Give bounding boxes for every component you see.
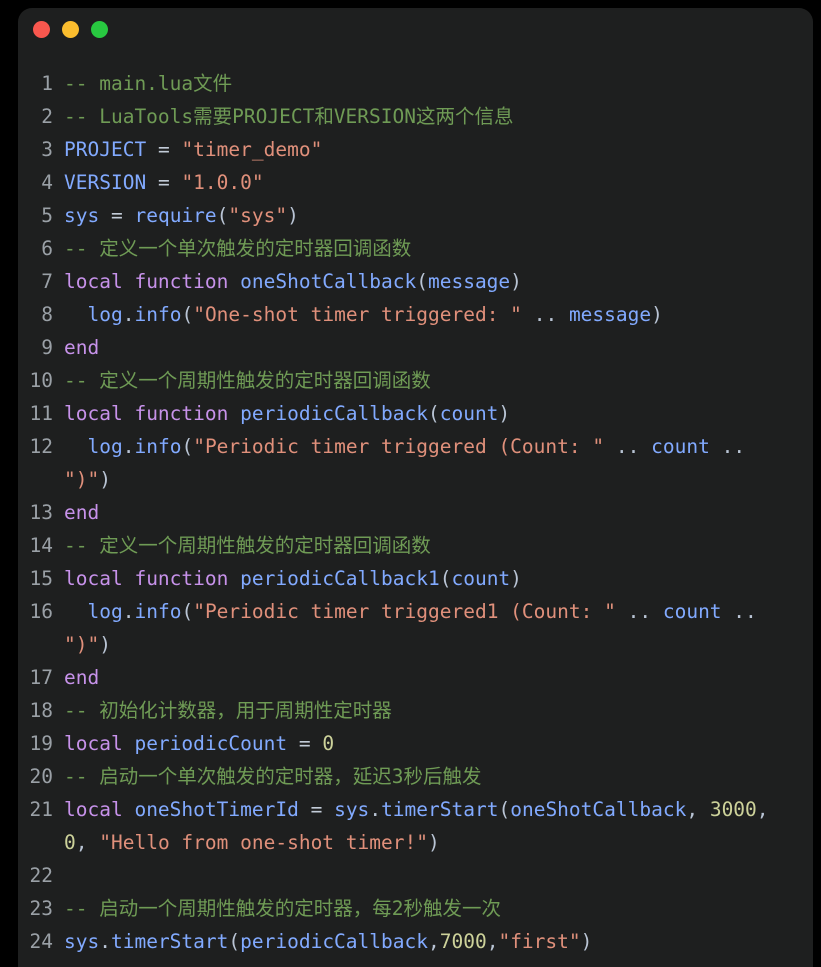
code-line[interactable]: 8 log.info("One-shot timer triggered: " … bbox=[18, 298, 807, 331]
code-window: 1 -- main.lua文件 2 -- LuaTools需要PROJECT和VERS… bbox=[18, 8, 813, 967]
code-line[interactable]: 22 bbox=[18, 859, 807, 892]
line-content[interactable]: log.info("One-shot timer triggered: " ..… bbox=[64, 298, 807, 331]
line-content[interactable]: local function oneShotCallback(message) bbox=[64, 265, 807, 298]
line-number: 3 bbox=[41, 138, 53, 161]
line-number: 2 bbox=[41, 105, 53, 128]
line-content[interactable]: -- 定义一个周期性触发的定时器回调函数 bbox=[64, 364, 807, 397]
window-titlebar bbox=[18, 8, 813, 51]
line-number: 20 bbox=[29, 765, 53, 788]
line-number: 1 bbox=[41, 72, 53, 95]
maximize-button[interactable] bbox=[91, 21, 108, 38]
line-content[interactable]: local function periodicCallback1(count) bbox=[64, 562, 807, 595]
line-number: 24 bbox=[29, 930, 53, 953]
code-line[interactable]: 9 end bbox=[18, 331, 807, 364]
code-line[interactable]: 7 local function oneShotCallback(message) bbox=[18, 265, 807, 298]
code-line[interactable]: 18 -- 初始化计数器，用于周期性定时器 bbox=[18, 694, 807, 727]
code-line[interactable]: 1 -- main.lua文件 bbox=[18, 67, 807, 100]
line-number: 10 bbox=[29, 369, 53, 392]
line-content[interactable]: local function periodicCallback(count) bbox=[64, 397, 807, 430]
minimize-button[interactable] bbox=[62, 21, 79, 38]
code-line[interactable]: 11 local function periodicCallback(count) bbox=[18, 397, 807, 430]
code-line[interactable]: 4 VERSION = "1.0.0" bbox=[18, 166, 807, 199]
line-number: 6 bbox=[41, 237, 53, 260]
line-content[interactable]: log.info("Periodic timer triggered1 (Cou… bbox=[64, 595, 807, 661]
line-number: 4 bbox=[41, 171, 53, 194]
line-number: 13 bbox=[29, 501, 53, 524]
line-number: 14 bbox=[29, 534, 53, 557]
line-content[interactable]: -- 定义一个单次触发的定时器回调函数 bbox=[64, 232, 807, 265]
line-number: 11 bbox=[29, 402, 53, 425]
line-number: 8 bbox=[41, 303, 53, 326]
code-line[interactable]: 13 end bbox=[18, 496, 807, 529]
code-line[interactable]: 6 -- 定义一个单次触发的定时器回调函数 bbox=[18, 232, 807, 265]
code-line[interactable]: 24 sys.timerStart(periodicCallback,7000,"… bbox=[18, 925, 807, 958]
code-line[interactable]: 14 -- 定义一个周期性触发的定时器回调函数 bbox=[18, 529, 807, 562]
line-content[interactable]: -- 定义一个周期性触发的定时器回调函数 bbox=[64, 529, 807, 562]
line-number: 7 bbox=[41, 270, 53, 293]
code-line[interactable]: 19 local periodicCount = 0 bbox=[18, 727, 807, 760]
line-number: 19 bbox=[29, 732, 53, 755]
line-content[interactable]: end bbox=[64, 331, 807, 364]
line-content[interactable]: local periodicCount = 0 bbox=[64, 727, 807, 760]
line-content[interactable]: PROJECT = "timer_demo" bbox=[64, 133, 807, 166]
close-button[interactable] bbox=[33, 21, 50, 38]
line-content[interactable]: VERSION = "1.0.0" bbox=[64, 166, 807, 199]
code-line[interactable]: 2 -- LuaTools需要PROJECT和VERSION这两个信息 bbox=[18, 100, 807, 133]
line-number: 23 bbox=[29, 897, 53, 920]
code-line[interactable]: 15 local function periodicCallback1(count… bbox=[18, 562, 807, 595]
line-content[interactable]: -- 启动一个周期性触发的定时器，每2秒触发一次 bbox=[64, 892, 807, 925]
line-number: 18 bbox=[29, 699, 53, 722]
line-number: 21 bbox=[29, 798, 53, 821]
code-line[interactable]: 20 -- 启动一个单次触发的定时器，延迟3秒后触发 bbox=[18, 760, 807, 793]
line-content[interactable]: log.info("Periodic timer triggered (Coun… bbox=[64, 430, 807, 496]
code-line[interactable]: 12 log.info("Periodic timer triggered (C… bbox=[18, 430, 807, 496]
line-number: 9 bbox=[41, 336, 53, 359]
line-content[interactable]: sys.timerStart(periodicCallback,7000,"fi… bbox=[64, 925, 807, 958]
code-line[interactable]: 5 sys = require("sys") bbox=[18, 199, 807, 232]
line-content[interactable]: -- LuaTools需要PROJECT和VERSION这两个信息 bbox=[64, 100, 807, 133]
line-content[interactable]: sys = require("sys") bbox=[64, 199, 807, 232]
line-number: 15 bbox=[29, 567, 53, 590]
line-content[interactable]: end bbox=[64, 661, 807, 694]
code-line[interactable]: 17 end bbox=[18, 661, 807, 694]
line-content[interactable]: -- 初始化计数器，用于周期性定时器 bbox=[64, 694, 807, 727]
line-number: 17 bbox=[29, 666, 53, 689]
code-line[interactable]: 10 -- 定义一个周期性触发的定时器回调函数 bbox=[18, 364, 807, 397]
line-content[interactable]: -- main.lua文件 bbox=[64, 67, 807, 100]
code-line[interactable]: 21 local oneShotTimerId = sys.timerStart(… bbox=[18, 793, 807, 859]
line-number: 12 bbox=[29, 435, 53, 458]
line-content[interactable]: end bbox=[64, 496, 807, 529]
line-number: 16 bbox=[29, 600, 53, 623]
code-line[interactable]: 3 PROJECT = "timer_demo" bbox=[18, 133, 807, 166]
code-line[interactable]: 23 -- 启动一个周期性触发的定时器，每2秒触发一次 bbox=[18, 892, 807, 925]
code-editor[interactable]: 1 -- main.lua文件 2 -- LuaTools需要PROJECT和VERS… bbox=[18, 51, 813, 958]
line-content[interactable]: -- 启动一个单次触发的定时器，延迟3秒后触发 bbox=[64, 760, 807, 793]
code-line[interactable]: 16 log.info("Periodic timer triggered1 (… bbox=[18, 595, 807, 661]
line-number: 5 bbox=[41, 204, 53, 227]
line-content[interactable]: local oneShotTimerId = sys.timerStart(on… bbox=[64, 793, 807, 859]
line-number: 22 bbox=[29, 864, 53, 887]
